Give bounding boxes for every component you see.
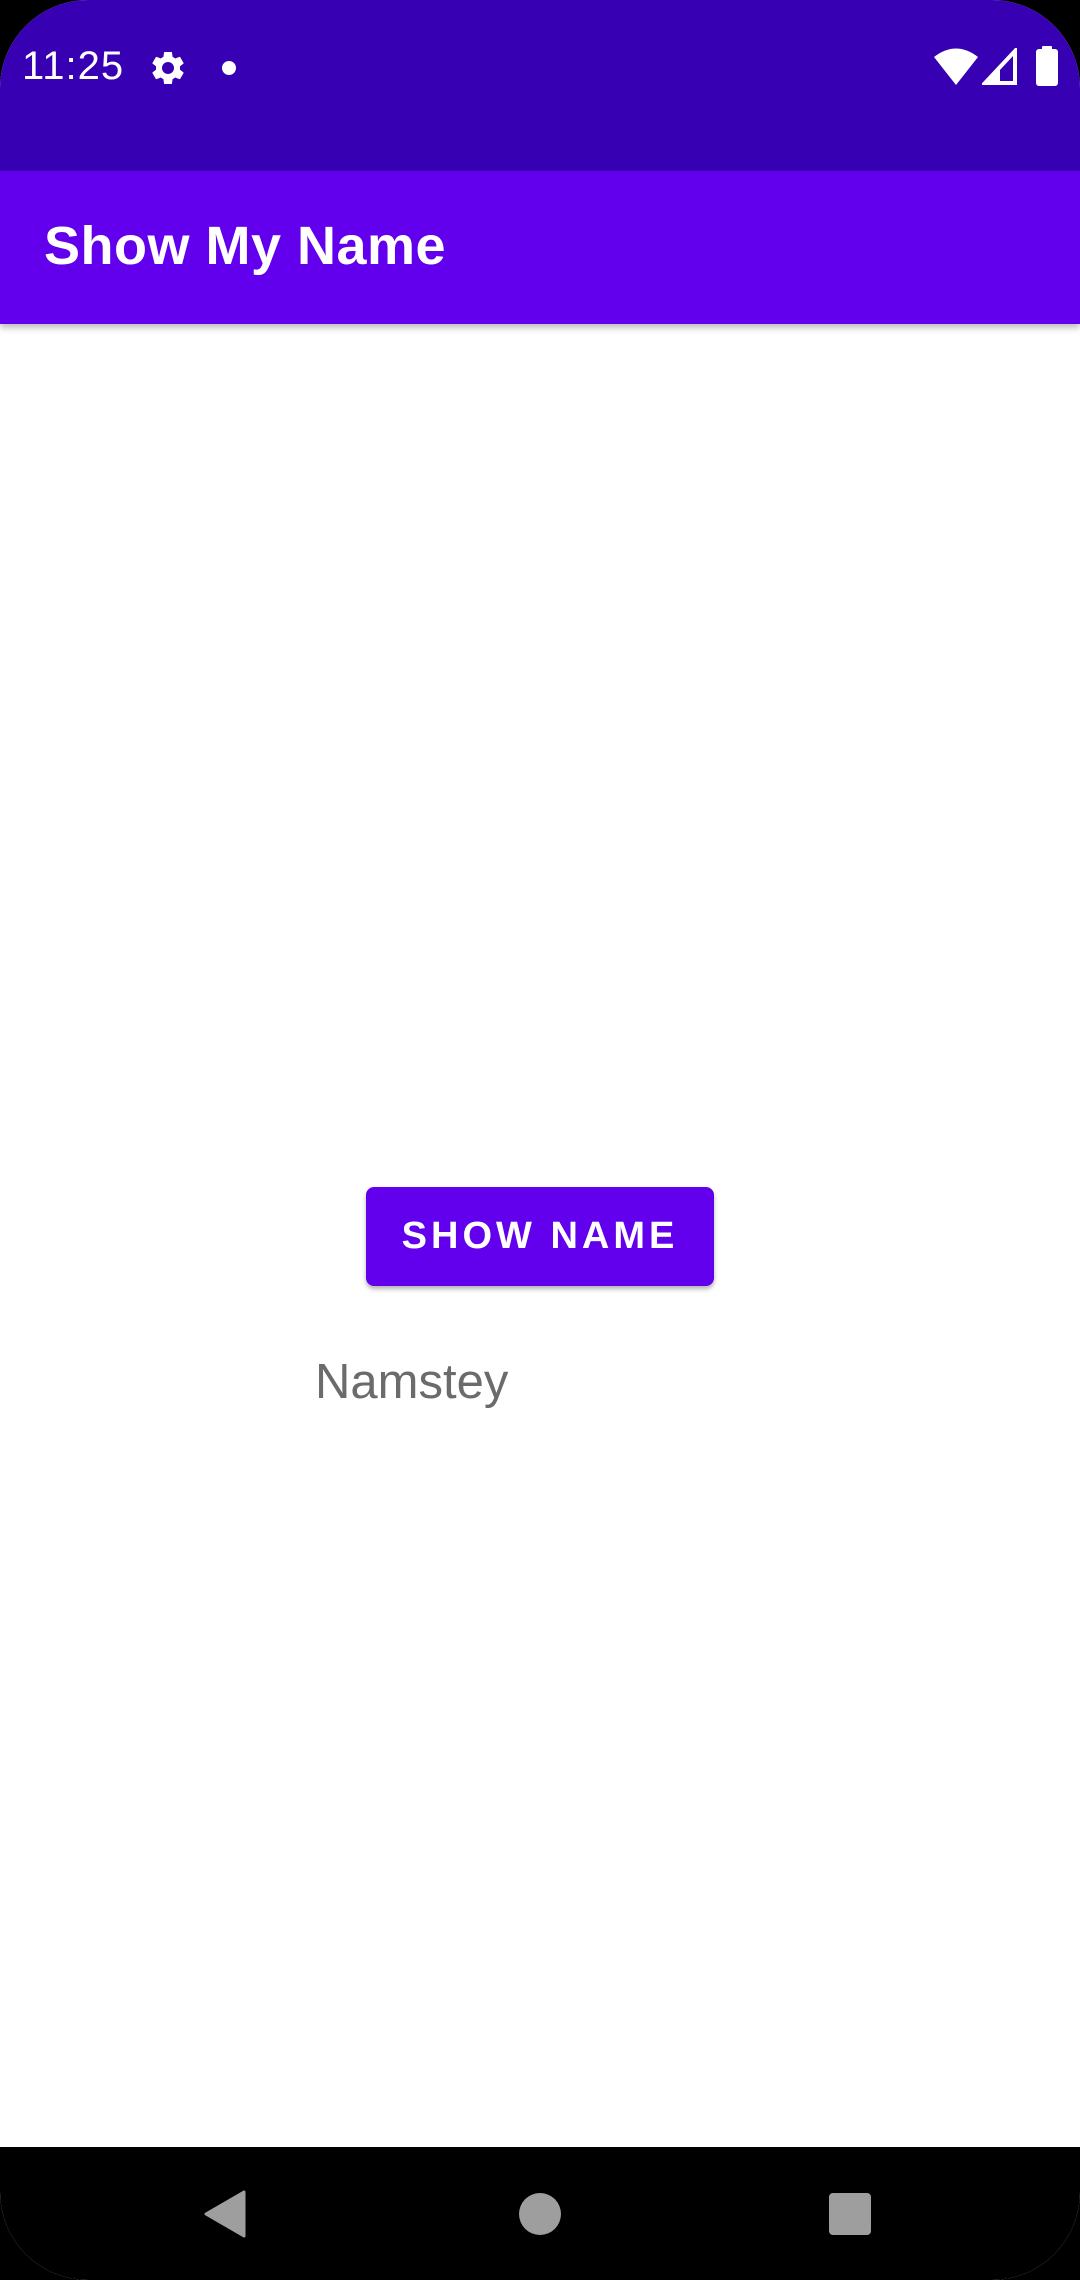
name-text: Namstey [315, 1355, 509, 1409]
wifi-icon [934, 48, 978, 85]
show-name-button[interactable]: SHOW NAME [366, 1187, 714, 1286]
gear-icon [152, 51, 184, 84]
app-title: Show My Name [44, 216, 447, 276]
status-time: 11:25 [22, 44, 125, 88]
app-bar: Show My Name [0, 171, 1080, 324]
status-bar: 11:25 [0, 0, 1080, 171]
main-content: SHOW NAME Namstey [0, 324, 1080, 2147]
back-icon[interactable] [204, 2190, 246, 2238]
battery-icon [1036, 46, 1058, 86]
recents-icon[interactable] [829, 2193, 871, 2235]
phone-screen: 11:25 Show My Name SHOW NAME Namstey [0, 0, 1080, 2280]
cell-signal-icon [982, 48, 1017, 85]
home-icon[interactable] [519, 2193, 561, 2235]
navigation-bar [0, 2147, 1080, 2280]
notification-dot-icon [222, 61, 236, 75]
